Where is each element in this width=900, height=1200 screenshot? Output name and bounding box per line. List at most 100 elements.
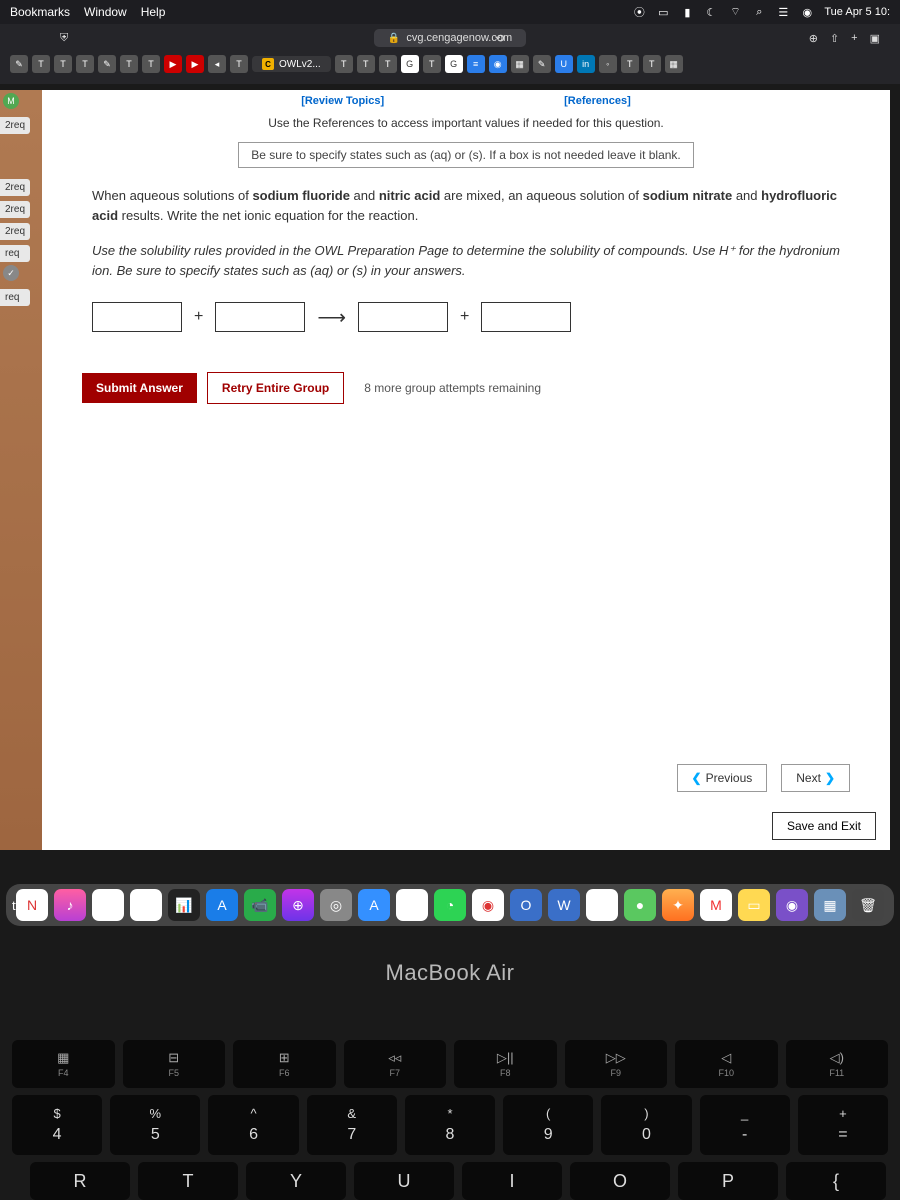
dock-podcasts[interactable]: 🎙: [130, 889, 162, 921]
tab-favicon[interactable]: T: [230, 55, 248, 73]
number-key: $4: [12, 1095, 102, 1155]
submit-answer-button[interactable]: Submit Answer: [82, 373, 197, 403]
active-tab[interactable]: C OWLv2...: [252, 56, 331, 72]
dock-preview[interactable]: ▦: [814, 889, 846, 921]
tab-favicon[interactable]: T: [54, 55, 72, 73]
tab-favicon-youtube[interactable]: ▶: [164, 55, 182, 73]
dock-outlook[interactable]: O: [510, 889, 542, 921]
menu-window[interactable]: Window: [84, 5, 127, 19]
dock-trash[interactable]: 🗑: [852, 889, 884, 921]
retry-group-button[interactable]: Retry Entire Group: [207, 372, 344, 404]
reader-icon[interactable]: ⟲: [495, 32, 504, 45]
downloads-icon[interactable]: ⊕: [809, 32, 818, 45]
dock-canvas[interactable]: ◉: [472, 889, 504, 921]
tab-favicon-google[interactable]: G: [401, 55, 419, 73]
dock-word[interactable]: W: [548, 889, 580, 921]
save-and-exit-button[interactable]: Save and Exit: [772, 812, 876, 840]
dock-whatsapp[interactable]: ◔: [434, 889, 466, 921]
dock-mail[interactable]: A: [358, 889, 390, 921]
dock-app[interactable]: ✦: [662, 889, 694, 921]
tab-favicon-google[interactable]: G: [445, 55, 463, 73]
reactant-2-input[interactable]: [215, 302, 305, 332]
menubar-datetime[interactable]: Tue Apr 5 10:: [824, 6, 890, 18]
sidebar-tab[interactable]: req: [0, 289, 30, 306]
tab-favicon[interactable]: T: [621, 55, 639, 73]
sidebar-tab[interactable]: 2req: [0, 201, 30, 218]
apple-tv-icon[interactable]: tv: [12, 898, 22, 913]
tab-favicon[interactable]: ▦: [511, 55, 529, 73]
share-icon[interactable]: ⇧: [830, 32, 839, 45]
display-icon[interactable]: ▭: [656, 5, 670, 19]
dock-podcasts2[interactable]: ◉: [776, 889, 808, 921]
search-icon[interactable]: ⌕: [752, 5, 766, 19]
tab-favicon-youtube[interactable]: ▶: [186, 55, 204, 73]
tab-favicon[interactable]: T: [335, 55, 353, 73]
dock-stocks[interactable]: 📊: [168, 889, 200, 921]
number-key: +=: [798, 1095, 888, 1155]
tab-favicon[interactable]: ✎: [533, 55, 551, 73]
moon-icon[interactable]: ☾: [704, 5, 718, 19]
previous-button[interactable]: ❮ Previous: [677, 764, 768, 792]
tab-favicon-linkedin[interactable]: in: [577, 55, 595, 73]
record-icon[interactable]: ⦿: [632, 5, 646, 19]
product-2-input[interactable]: [481, 302, 571, 332]
tab-favicon[interactable]: U: [555, 55, 573, 73]
tab-favicon[interactable]: T: [32, 55, 50, 73]
attempts-remaining: 8 more group attempts remaining: [364, 381, 541, 395]
number-key: &7: [307, 1095, 397, 1155]
review-topics-link[interactable]: [Review Topics]: [301, 95, 384, 107]
laptop-model-label: MacBook Air: [0, 960, 900, 986]
tab-favicon[interactable]: T: [379, 55, 397, 73]
sidebar-badge[interactable]: ✓: [3, 265, 19, 281]
siri-icon[interactable]: ◉: [800, 5, 814, 19]
tab-favicon[interactable]: ✎: [98, 55, 116, 73]
new-tab-icon[interactable]: +: [851, 32, 857, 45]
tab-favicon[interactable]: T: [423, 55, 441, 73]
sidebar-badge[interactable]: M: [3, 93, 19, 109]
sidebar-tab[interactable]: 2req: [0, 223, 30, 240]
menu-bookmarks[interactable]: Bookmarks: [10, 5, 70, 19]
battery-icon[interactable]: ▮: [680, 5, 694, 19]
tab-favicon[interactable]: ▦: [665, 55, 683, 73]
dock-app[interactable]: ●: [624, 889, 656, 921]
chevron-right-icon: ❯: [825, 771, 835, 785]
control-center-icon[interactable]: ☰: [776, 5, 790, 19]
wifi-icon[interactable]: ⌔: [728, 5, 742, 19]
tab-favicon[interactable]: ◦: [599, 55, 617, 73]
menu-help[interactable]: Help: [141, 5, 166, 19]
tab-favicon[interactable]: ◉: [489, 55, 507, 73]
sidebar-tab[interactable]: 2req: [0, 179, 30, 196]
arrow-symbol: ⟶: [317, 305, 346, 330]
tab-favicon[interactable]: T: [76, 55, 94, 73]
number-key: (9: [503, 1095, 593, 1155]
dock-notes[interactable]: ▭: [738, 889, 770, 921]
tab-favicon[interactable]: ≡: [467, 55, 485, 73]
dock-badge[interactable]: ⊕: [282, 889, 314, 921]
tabs-icon[interactable]: ▣: [870, 32, 880, 45]
reactant-1-input[interactable]: [92, 302, 182, 332]
dock-safari[interactable]: ◎: [320, 889, 352, 921]
dock-app[interactable]: ▢: [586, 889, 618, 921]
tab-favicon[interactable]: T: [142, 55, 160, 73]
tab-favicon[interactable]: T: [120, 55, 138, 73]
product-1-input[interactable]: [358, 302, 448, 332]
fn-key: ◁)F11: [786, 1040, 889, 1088]
next-button[interactable]: Next ❯: [781, 764, 850, 792]
tab-favicon[interactable]: ◂: [208, 55, 226, 73]
privacy-shield-icon[interactable]: ⛨: [60, 32, 68, 45]
dock-calendar[interactable]: [92, 889, 124, 921]
dock-appstore[interactable]: A: [206, 889, 238, 921]
tab-favicon[interactable]: T: [357, 55, 375, 73]
dock-reminders[interactable]: ☰: [396, 889, 428, 921]
dock-facetime[interactable]: 📹: [244, 889, 276, 921]
dock-music[interactable]: ♪: [54, 889, 86, 921]
sidebar-tab[interactable]: req: [0, 245, 30, 262]
dock-gmail[interactable]: M: [700, 889, 732, 921]
keyboard-fn-row: ▦F4⊟F5⊞F6◃◃F7▷||F8▷▷F9◁F10◁)F11: [0, 1040, 900, 1088]
question-panel: [Review Topics] [References] Use the Ref…: [42, 90, 890, 850]
tab-favicon[interactable]: ✎: [10, 55, 28, 73]
references-link[interactable]: [References]: [564, 95, 631, 107]
tab-favicon[interactable]: T: [643, 55, 661, 73]
sidebar-tab[interactable]: 2req: [0, 117, 30, 134]
question-text: When aqueous solutions of sodium fluorid…: [42, 186, 890, 225]
